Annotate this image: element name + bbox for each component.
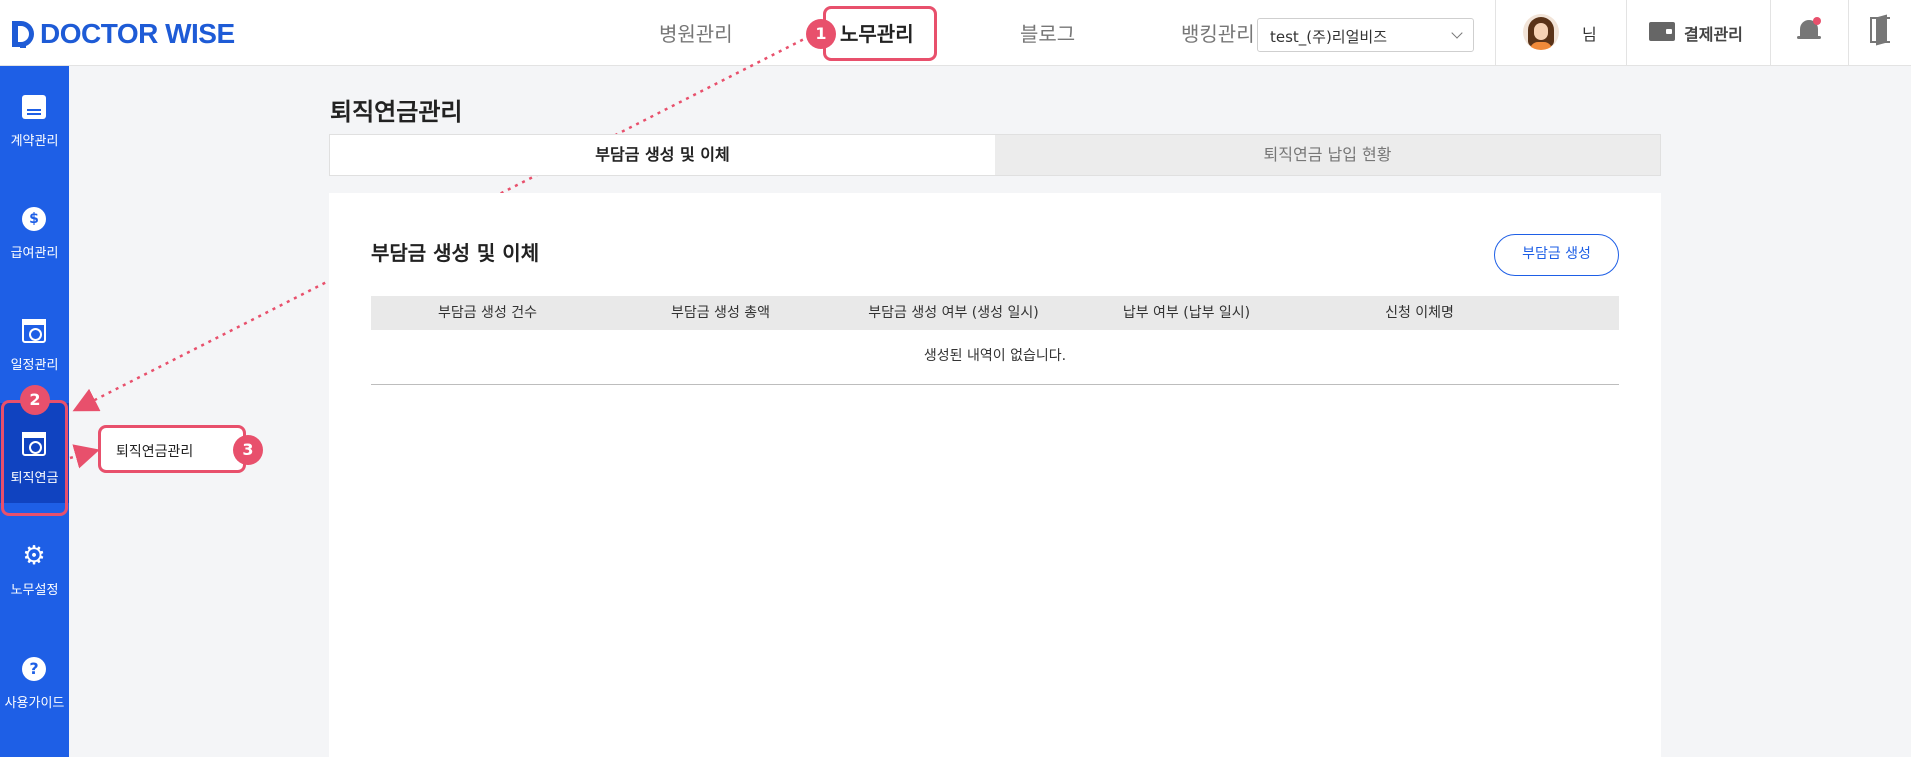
nav-blog[interactable]: 블로그	[1020, 18, 1075, 47]
submenu-pension-management[interactable]: 퇴직연금관리	[98, 425, 246, 473]
logo-mark-icon	[12, 21, 34, 48]
arrow-2-to-3	[69, 444, 100, 469]
sidebar-item-payroll[interactable]: $ 급여관리	[0, 178, 69, 278]
table-header: 부담금 생성 건수 부담금 생성 총액 부담금 생성 여부 (생성 일시) 납부…	[371, 296, 1619, 330]
tab-contribution-transfer[interactable]: 부담금 생성 및 이체	[330, 135, 995, 175]
column-header: 납부 여부 (납부 일시)	[1122, 305, 1251, 321]
calendar-icon	[22, 319, 46, 343]
step-badge-2: 2	[20, 385, 50, 415]
doctor-wise-logo[interactable]: DOCTOR WISE	[12, 18, 235, 50]
nav-banking[interactable]: 뱅킹관리	[1181, 18, 1255, 47]
column-header: 부담금 생성 총액	[670, 305, 771, 321]
page-title: 퇴직연금관리	[330, 98, 463, 126]
document-icon	[22, 95, 46, 119]
section-title: 부담금 생성 및 이체	[371, 241, 540, 265]
sidebar-item-label: 계약관리	[10, 134, 59, 149]
divider	[1848, 0, 1849, 65]
tab-bar: 부담금 생성 및 이체 퇴직연금 납입 현황	[329, 134, 1661, 176]
gear-icon: ⚙	[22, 541, 46, 571]
user-name: 님	[1582, 25, 1597, 44]
divider	[1626, 0, 1627, 65]
avatar[interactable]	[1523, 14, 1559, 50]
logo-text: DOCTOR WISE	[40, 18, 235, 49]
sidebar-item-label: 급여관리	[10, 246, 59, 261]
wallet-icon[interactable]	[1649, 22, 1675, 41]
divider	[1495, 0, 1496, 65]
nav-hospital[interactable]: 병원관리	[659, 18, 733, 47]
sidebar-item-labor-settings[interactable]: ⚙ 노무설정	[0, 515, 69, 615]
sidebar-item-label: 일정관리	[10, 358, 59, 373]
column-header: 신청 이체명	[1385, 305, 1454, 321]
sidebar-item-guide[interactable]: ? 사용가이드	[0, 628, 69, 728]
company-select-value: test_(주)리얼비즈	[1270, 28, 1388, 46]
notification-dot	[1813, 17, 1821, 25]
company-select[interactable]: test_(주)리얼비즈	[1257, 18, 1474, 52]
column-header: 부담금 생성 여부 (생성 일시)	[868, 305, 1039, 321]
payment-management-link[interactable]: 결제관리	[1684, 21, 1743, 45]
step-badge-3: 3	[233, 435, 263, 465]
divider	[1770, 0, 1771, 65]
logout-icon[interactable]	[1870, 17, 1890, 43]
create-contribution-button[interactable]: 부담금 생성	[1494, 234, 1619, 276]
column-header: 부담금 생성 건수	[437, 305, 538, 321]
sidebar-item-label: 노무설정	[10, 583, 59, 598]
dollar-icon: $	[22, 207, 46, 231]
help-icon: ?	[22, 657, 46, 681]
table-empty-message: 생성된 내역이 없습니다.	[371, 330, 1619, 385]
sidebar-item-schedule[interactable]: 일정관리	[0, 290, 69, 390]
top-header: DOCTOR WISE 병원관리 노무관리 블로그 뱅킹관리 test_(주)리…	[0, 0, 1911, 66]
step-badge-1: 1	[806, 19, 836, 49]
sidebar-item-contract[interactable]: 계약관리	[0, 66, 69, 166]
nav-labor-highlight	[823, 6, 937, 61]
sidebar-item-label: 사용가이드	[4, 696, 65, 711]
tab-pension-payment-status[interactable]: 퇴직연금 납입 현황	[995, 135, 1660, 175]
content-panel: 부담금 생성 및 이체 부담금 생성 부담금 생성 건수 부담금 생성 총액 부…	[329, 193, 1661, 757]
chevron-down-icon	[1451, 27, 1463, 39]
bell-icon[interactable]	[1797, 17, 1821, 44]
sidebar-pension-highlight	[1, 400, 68, 516]
